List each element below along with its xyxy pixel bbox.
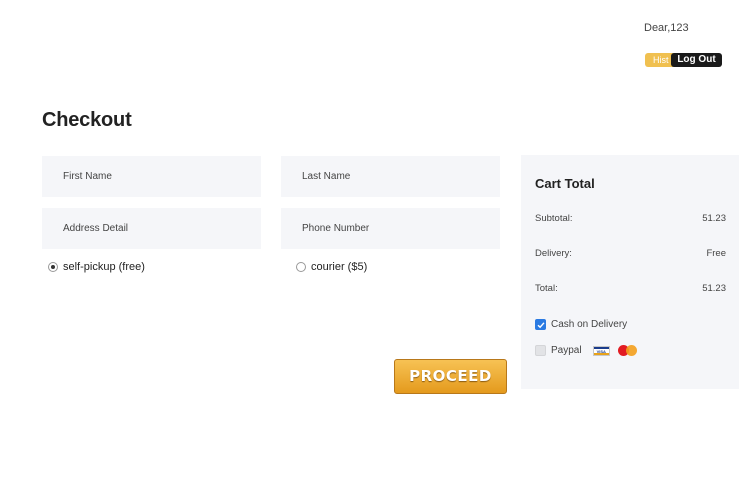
subtotal-label: Subtotal: <box>535 213 573 224</box>
checkbox-checked-icon[interactable] <box>535 319 546 330</box>
address-field[interactable] <box>42 208 261 249</box>
cart-title: Cart Total <box>535 176 595 191</box>
page-title: Checkout <box>42 109 132 131</box>
cart-total-panel: Cart Total Subtotal: 51.23 Delivery: Fre… <box>521 155 739 389</box>
total-row: Total: 51.23 <box>535 283 726 294</box>
payment-label: Cash on Delivery <box>551 319 628 330</box>
payment-paypal[interactable]: Paypal VISA <box>535 345 637 356</box>
delivery-option-self-pickup[interactable]: self-pickup (free) <box>48 261 145 273</box>
visa-card-icon: VISA <box>592 345 610 356</box>
delivery-value: Free <box>706 248 726 259</box>
total-label: Total: <box>535 283 558 294</box>
last-name-field[interactable] <box>281 156 500 197</box>
first-name-field[interactable] <box>42 156 261 197</box>
payment-cash-on-delivery[interactable]: Cash on Delivery <box>535 319 627 330</box>
mastercard-icon <box>617 345 637 356</box>
proceed-button[interactable]: PROCEED <box>394 359 507 394</box>
radio-selected-icon[interactable] <box>48 262 58 272</box>
delivery-option-courier[interactable]: courier ($5) <box>296 261 367 273</box>
delivery-option-label: courier ($5) <box>311 261 368 273</box>
delivery-label: Delivery: <box>535 248 572 259</box>
checkbox-unchecked-icon[interactable] <box>535 345 546 356</box>
delivery-row: Delivery: Free <box>535 248 726 259</box>
logout-button[interactable]: Log Out <box>671 53 722 67</box>
delivery-option-label: self-pickup (free) <box>63 261 145 273</box>
total-value: 51.23 <box>702 283 726 294</box>
greeting: Dear,123 <box>644 22 689 34</box>
phone-field[interactable] <box>281 208 500 249</box>
payment-label: Paypal <box>551 345 582 356</box>
subtotal-row: Subtotal: 51.23 <box>535 213 726 224</box>
radio-unselected-icon[interactable] <box>296 262 306 272</box>
subtotal-value: 51.23 <box>702 213 726 224</box>
